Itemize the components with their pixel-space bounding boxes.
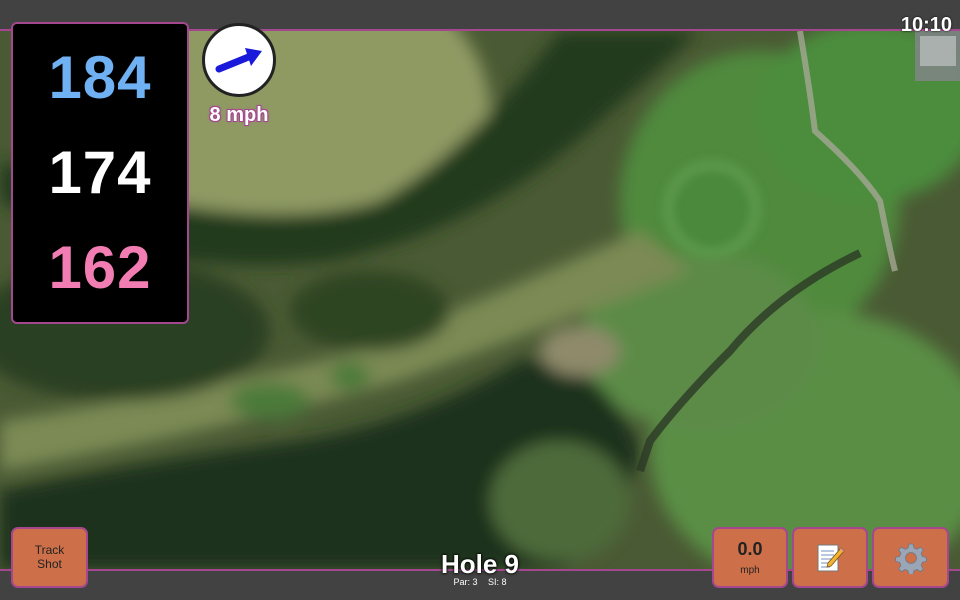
wind-speed: 8 mph <box>209 104 269 126</box>
clock: 10:10 <box>900 14 952 36</box>
track-shot-label-line1: Track <box>34 542 65 557</box>
speed-value: 0.0 <box>737 539 763 559</box>
speed-unit: mph <box>740 565 760 576</box>
gear-icon <box>894 543 927 574</box>
yardage-panel: 184 174 162 <box>11 22 189 324</box>
wind-direction-arrow-icon <box>215 48 262 73</box>
hole-title: Hole 9 <box>440 549 520 579</box>
wind-indicator <box>202 23 276 97</box>
track-shot-button[interactable]: Track Shot <box>11 527 88 588</box>
hole-stroke-index: SI: 8 <box>488 577 507 587</box>
front-yardage: 162 <box>48 234 152 302</box>
hole-par: Par: 3 <box>453 577 478 587</box>
track-shot-label-line2: Shot <box>37 556 62 571</box>
back-yardage: 184 <box>48 43 152 111</box>
notes-button[interactable] <box>792 527 868 588</box>
speed-button[interactable]: 0.0 mph <box>712 527 788 588</box>
settings-button[interactable] <box>872 527 949 588</box>
hole-meta: Par: 3 SI: 8 <box>380 577 580 587</box>
notepad-icon <box>817 544 845 571</box>
middle-yardage: 174 <box>48 138 152 206</box>
golf-gps-screen: 10:10 184 174 162 8 mph Track Shot Hole … <box>0 0 960 600</box>
